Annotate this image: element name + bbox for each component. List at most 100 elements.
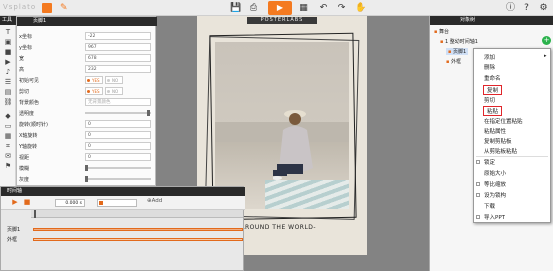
flag-tool-icon[interactable]: ⚑ [3,162,13,170]
prop-row-x: x坐标 -22 [17,32,157,41]
tree-item-stage[interactable]: ▪ 舞台 [434,28,449,35]
tree-item-timeline[interactable]: ▪ 1 整幼时间轴1 [440,38,478,45]
menu-item-cut[interactable]: 剪切 [484,96,495,104]
widget-tool-icon[interactable]: ◆ [3,112,13,120]
opacity-slider[interactable] [85,110,151,116]
keyframe-input[interactable] [97,199,137,207]
menu-item-paste-properties[interactable]: 粘贴属性 [484,127,506,135]
width-input[interactable]: 678 [85,54,151,62]
blur-slider[interactable] [85,165,151,171]
clip-yes-toggle[interactable]: YES [85,87,103,95]
perspective-input[interactable]: 0 [85,153,151,161]
pin-icon[interactable]: ✎ [60,3,68,13]
audio-tool-icon[interactable]: ♪ [3,68,13,76]
menu-item-set-lock[interactable]: 设为锁构 [484,191,506,199]
menu-item-download[interactable]: 下载 [484,202,495,210]
chart-tool-icon[interactable]: ▤ [3,88,13,96]
visible-yes-toggle[interactable]: YES [85,76,103,84]
redo-icon[interactable]: ↷ [336,3,347,13]
y-rotate-input[interactable]: 0 [85,142,151,150]
proportional-checkbox[interactable] [476,182,480,186]
comment-tool-icon[interactable]: ✉ [3,152,13,160]
height-input[interactable]: 232 [85,65,151,73]
set-lock-checkbox[interactable] [476,193,480,197]
bgcolor-input[interactable]: 无背景颜色 [85,98,151,106]
visible-no-toggle[interactable]: NO [105,76,123,84]
submenu-arrow-icon: ▸ [544,53,547,59]
video-tool-icon[interactable]: ▶ [3,58,13,66]
slider-knob[interactable] [147,110,150,116]
link-tool-icon[interactable]: ⛓ [3,98,13,106]
prop-label: 灰度 [19,177,30,183]
shape-tool-icon[interactable]: ■ [3,48,13,56]
gray-slider[interactable] [85,176,151,182]
prop-label: y坐标 [19,45,32,51]
save-icon[interactable]: 💾 [230,3,241,13]
crop-tool-icon[interactable]: ⌗ [3,142,13,150]
play-button[interactable]: ▶ [268,1,292,15]
image-tool-icon[interactable]: ▣ [3,38,13,46]
playhead-icon[interactable] [34,210,36,218]
menu-item-import-ppt[interactable]: 导入PPT [484,213,505,221]
properties-title: 页脚1 [17,17,157,26]
undo-icon[interactable]: ↶ [318,3,329,13]
tree-item-footer[interactable]: ▪ 页脚1 [446,48,469,55]
prop-row-clip: 剪切 YES NO [17,87,157,96]
x-input[interactable]: -22 [85,32,151,40]
prop-label: x坐标 [19,34,32,40]
clip-no-toggle[interactable]: NO [105,87,123,95]
prop-row-opacity: 透明度 [17,109,157,118]
timeline-title: 时间轴 [1,187,245,196]
timeline-ruler[interactable] [31,210,243,218]
lock-checkbox[interactable] [476,160,480,164]
menu-item-copy-clipboard[interactable]: 复制剪贴板 [484,137,512,145]
grid-tool-icon[interactable]: ▦ [3,132,13,140]
qrcode-icon[interactable]: ▦ [298,3,309,13]
timeline-track[interactable]: 外框 [1,235,245,244]
menu-item-delete[interactable]: 删除 [484,63,495,71]
menu-item-original-size[interactable]: 原始大小 [484,169,506,177]
timeline-track[interactable]: 页脚1 [1,225,245,234]
menu-item-copy[interactable]: 复制 [483,85,503,95]
import-ppt-checkbox[interactable] [476,215,480,219]
menu-item-paste-clipboard[interactable]: 从剪贴板粘贴 [484,147,517,155]
slider-knob[interactable] [85,176,88,182]
folder-tool-icon[interactable]: ▭ [3,122,13,130]
hand-icon[interactable]: ✋ [355,3,366,13]
slider-knob[interactable] [85,165,88,171]
menu-separator [476,156,548,157]
prop-row-gray: 灰度 [17,175,157,184]
play-icon[interactable]: ▶ [11,198,19,206]
layer-tool-icon[interactable]: ☰ [3,78,13,86]
rotate-input[interactable]: 0 [85,120,151,128]
add-button[interactable]: ⊕Add [147,198,162,204]
track-bar[interactable] [33,238,243,241]
prop-label: 高 [19,67,25,73]
info-icon[interactable]: ⓘ [505,3,516,13]
tree-item-frame[interactable]: ▪ 外框 [446,58,461,65]
y-input[interactable]: 967 [85,43,151,51]
x-rotate-input[interactable]: 0 [85,131,151,139]
menu-item-proportional[interactable]: 等比缩放 [484,180,506,188]
prop-row-perspective: 视距 0 [17,153,157,162]
add-object-icon[interactable]: + [542,36,551,45]
menu-item-rename[interactable]: 重命名 [484,74,501,82]
menu-item-add[interactable]: 添加 [484,53,495,61]
object-tree-title: 对象树 [430,16,553,25]
menu-item-paste-in-place[interactable]: 在指定位置粘贴 [484,117,523,125]
prop-label: X轴旋转 [19,133,38,139]
tools-title: 工具 [0,16,16,25]
tools-panel: T ▣ ■ ▶ ♪ ☰ ▤ ⛓ ◆ ▭ ▦ ⌗ ✉ ⚑ [0,16,16,186]
print-icon[interactable]: ⎙ [248,3,259,13]
menu-item-paste[interactable]: 粘贴 [483,106,503,116]
context-menu: 添加 ▸ 删除 重命名 复制 剪切 粘贴 在指定位置粘贴 粘贴属性 复制剪贴板 … [473,48,551,223]
text-tool-icon[interactable]: T [3,28,13,36]
track-bar[interactable] [33,228,243,231]
time-input[interactable]: 0.000 s [55,199,85,207]
stop-icon[interactable]: ■ [23,198,31,206]
help-icon[interactable]: ? [521,3,532,13]
prop-row-y: y坐标 967 [17,43,157,52]
prop-label: 宽 [19,56,25,62]
menu-item-lock[interactable]: 锁定 [484,158,495,166]
settings-icon[interactable]: ⚙ [538,3,549,13]
